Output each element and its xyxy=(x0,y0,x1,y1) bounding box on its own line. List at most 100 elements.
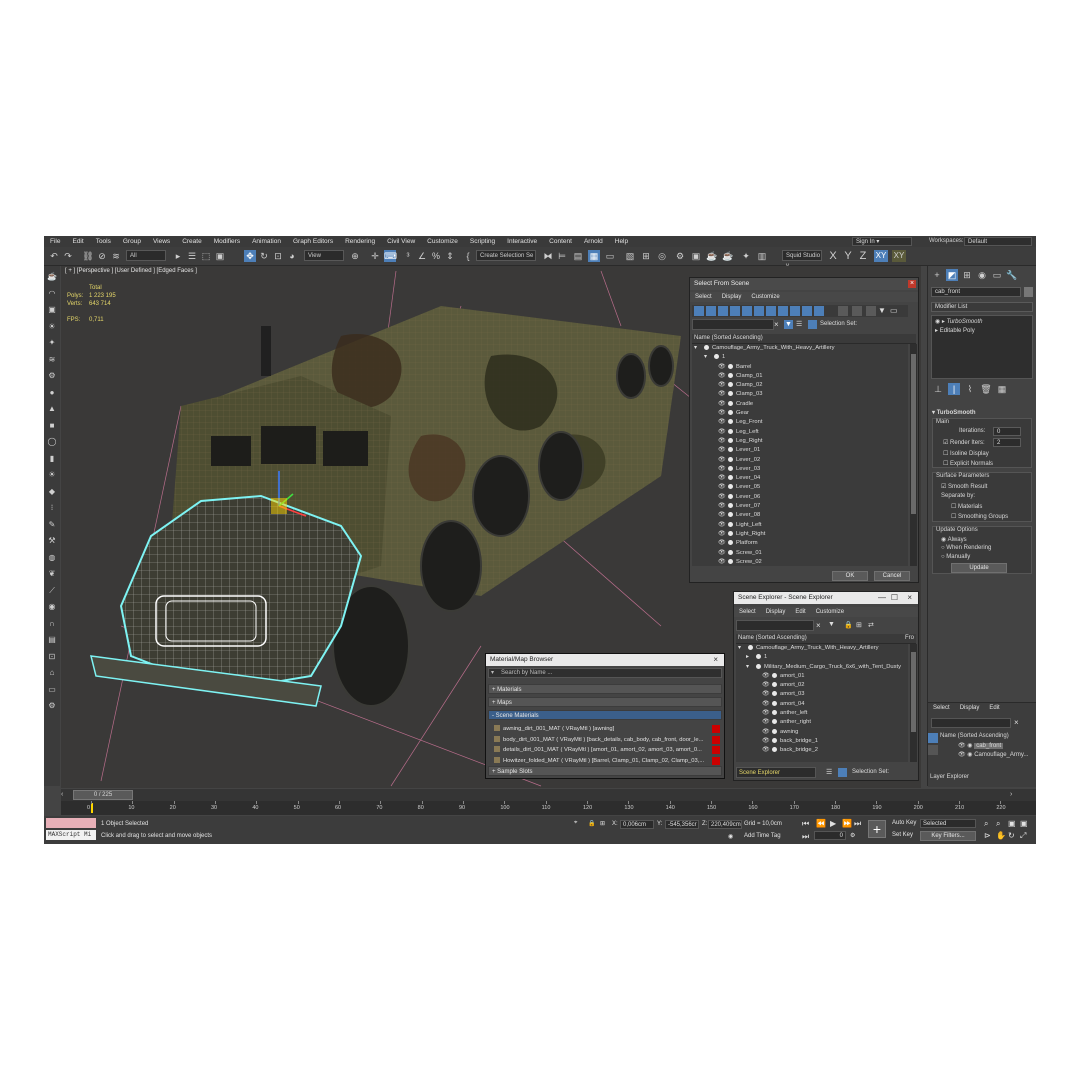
display-all-icon[interactable] xyxy=(838,306,848,316)
smooth-result-checkbox[interactable]: ☑ Smooth Result xyxy=(941,483,987,490)
axis-xy-cycle-button[interactable]: XY xyxy=(892,250,906,262)
list-item[interactable]: 👁 back_bridge_1 xyxy=(736,737,908,746)
scene-explorer-header[interactable]: Name (Sorted Ascending) Fro xyxy=(736,634,916,644)
helper-icon[interactable]: ✦ xyxy=(47,338,57,348)
filter-cameras-icon[interactable] xyxy=(730,306,740,316)
current-frame-field[interactable]: 0 xyxy=(814,831,846,840)
list-item[interactable]: 👁 Lever_03 xyxy=(692,465,908,474)
scrollbar-thumb[interactable] xyxy=(911,354,916,514)
angle-snap-icon[interactable]: ∠ xyxy=(416,250,428,262)
cone-icon[interactable]: ▲ xyxy=(47,404,57,414)
material-item[interactable]: Howitzer_folded_MAT ( VRayMtl ) [Barrel,… xyxy=(494,756,720,766)
list-item[interactable]: 👁 amort_03 xyxy=(736,690,908,699)
layer-explorer-icon[interactable]: ▦ xyxy=(588,250,600,262)
play-icon[interactable]: ▶ xyxy=(830,819,836,828)
move-icon[interactable]: ✥ xyxy=(244,250,256,262)
menu-item-civil-view[interactable]: Civil View xyxy=(381,238,421,245)
layer-row[interactable]: 👁 ◉ cab_front xyxy=(958,742,1004,749)
workspaces-select[interactable]: Default xyxy=(964,237,1032,246)
render-icon[interactable]: ⊡ xyxy=(47,652,57,662)
render-production-icon[interactable]: ☕ xyxy=(706,250,718,262)
hierarchy-icon[interactable]: ⊞ xyxy=(856,621,862,629)
material-item[interactable]: body_dirt_001_MAT ( VRayMtl ) [back_deta… xyxy=(494,735,720,745)
axis-y-button[interactable]: Y xyxy=(842,250,854,262)
selection-filter-select[interactable]: All xyxy=(126,250,166,261)
selection-set-icon[interactable] xyxy=(808,320,817,329)
set-keys-icon[interactable]: + xyxy=(868,820,886,838)
z-coordinate-field[interactable]: 220,409cm xyxy=(708,820,742,829)
material-item[interactable]: details_dirt_001_MAT ( VRayMtl ) [amort_… xyxy=(494,745,720,755)
selection-set-icon[interactable] xyxy=(838,768,847,777)
material-search-input[interactable]: Search by Name ... xyxy=(488,668,722,678)
materials-checkbox[interactable]: ☐ Materials xyxy=(951,503,982,510)
options-icon[interactable]: ▭ xyxy=(890,306,900,316)
bind-space-warp-icon[interactable]: ≋ xyxy=(110,250,122,262)
eye-icon[interactable]: ◉ xyxy=(47,602,57,612)
expand-arrow-icon[interactable]: ▾ xyxy=(694,344,704,353)
clear-search-icon[interactable]: × xyxy=(774,320,782,329)
menu-item-help[interactable]: Help xyxy=(609,238,634,245)
cancel-button[interactable]: Cancel xyxy=(874,571,910,581)
filter-bones-icon[interactable] xyxy=(790,306,800,316)
list-item[interactable]: 👁 Clamp_02 xyxy=(692,381,908,390)
menu-item-interactive[interactable]: Interactive xyxy=(501,238,543,245)
show-end-result-icon[interactable]: | xyxy=(948,383,960,395)
maximize-icon[interactable]: ☐ xyxy=(891,593,898,602)
filter-xrefs-icon[interactable] xyxy=(778,306,788,316)
clear-search-icon[interactable]: × xyxy=(1014,718,1019,727)
schematic-view-icon[interactable]: ⊞ xyxy=(640,250,652,262)
zoom-extents-all-icon[interactable]: ▣ xyxy=(1020,819,1028,828)
cylinder-icon[interactable]: ▮ xyxy=(47,454,57,464)
menu-item-group[interactable]: Group xyxy=(117,238,147,245)
minimize-icon[interactable]: — xyxy=(878,593,886,602)
camera-view-icon[interactable]: ⌂ xyxy=(47,668,57,678)
menu-item-create[interactable]: Create xyxy=(176,238,208,245)
list-item[interactable]: 👁 Clamp_03 xyxy=(692,390,908,399)
next-frame-icon[interactable]: ⏩ xyxy=(842,819,852,828)
list-item[interactable]: 👁 amort_04 xyxy=(736,700,908,709)
modifier-stack-item[interactable]: ▸ Editable Poly xyxy=(935,327,975,334)
vray-toolbar-icon[interactable]: ✦ xyxy=(740,250,752,262)
filter-spacewarps-icon[interactable] xyxy=(754,306,764,316)
teapot-icon[interactable]: ☕ xyxy=(47,272,57,282)
sfs-menu-customize[interactable]: Customize xyxy=(746,294,784,300)
sample-slots-category[interactable]: + Sample Slots xyxy=(488,766,722,776)
selection-lock-icon[interactable]: 🔒 xyxy=(588,820,595,827)
menu-item-customize[interactable]: Customize xyxy=(421,238,464,245)
spacewarp-icon[interactable]: ≋ xyxy=(47,355,57,365)
list-item[interactable]: ▾ Military_Medium_Cargo_Truck_6x6_with_Te… xyxy=(736,663,908,672)
axis-xy-button[interactable]: XY xyxy=(874,250,888,262)
pivot-icon[interactable]: ⊕ xyxy=(349,250,361,262)
vray-frame-buffer-icon[interactable]: ▥ xyxy=(756,250,768,262)
list-item[interactable]: 👁 Lever_05 xyxy=(692,483,908,492)
ok-button[interactable]: OK xyxy=(832,571,868,581)
list-item[interactable]: 👁 Platform xyxy=(692,539,908,548)
render-iters-checkbox[interactable]: ☑ Render Iters: xyxy=(943,439,985,446)
camera-icon[interactable]: ▣ xyxy=(47,305,57,315)
close-icon[interactable]: × xyxy=(908,280,916,288)
filter-toggle-icon[interactable]: ▼ xyxy=(784,320,793,329)
le-menu-edit[interactable]: Edit xyxy=(984,705,1004,711)
gear-icon[interactable]: ⚙ xyxy=(47,701,57,711)
render-iters-spinner[interactable]: 2 xyxy=(993,438,1021,447)
auto-key-button[interactable]: Auto Key xyxy=(892,820,916,826)
modify-tab-icon[interactable]: ◩ xyxy=(946,269,958,281)
key-filters-button[interactable]: Key Filters... xyxy=(920,831,976,841)
sort-hierarchy-icon[interactable] xyxy=(928,745,938,755)
menu-item-views[interactable]: Views xyxy=(147,238,176,245)
reference-coord-select[interactable]: View xyxy=(304,250,344,261)
window-crossing-icon[interactable]: ▣ xyxy=(214,250,226,262)
toggle-scene-explorer-icon[interactable]: ▤ xyxy=(572,250,584,262)
layers-icon[interactable]: ☰ xyxy=(796,320,805,329)
undo-icon[interactable]: ↶ xyxy=(48,250,60,262)
utilities-tab-icon[interactable]: 🔧 xyxy=(1006,269,1018,281)
display-tab-icon[interactable]: ▭ xyxy=(991,269,1003,281)
globe-icon[interactable]: ◍ xyxy=(47,553,57,563)
dots-icon[interactable]: ⁝ xyxy=(47,503,57,513)
menu-item-content[interactable]: Content xyxy=(543,238,578,245)
percent-snap-icon[interactable]: % xyxy=(430,250,442,262)
absolute-mode-icon[interactable]: ⊞ xyxy=(600,820,605,827)
list-item[interactable]: 👁 Leg_Front xyxy=(692,418,908,427)
render-iterative-icon[interactable]: ☕ xyxy=(722,250,734,262)
select-by-name-icon[interactable]: ☰ xyxy=(186,250,198,262)
